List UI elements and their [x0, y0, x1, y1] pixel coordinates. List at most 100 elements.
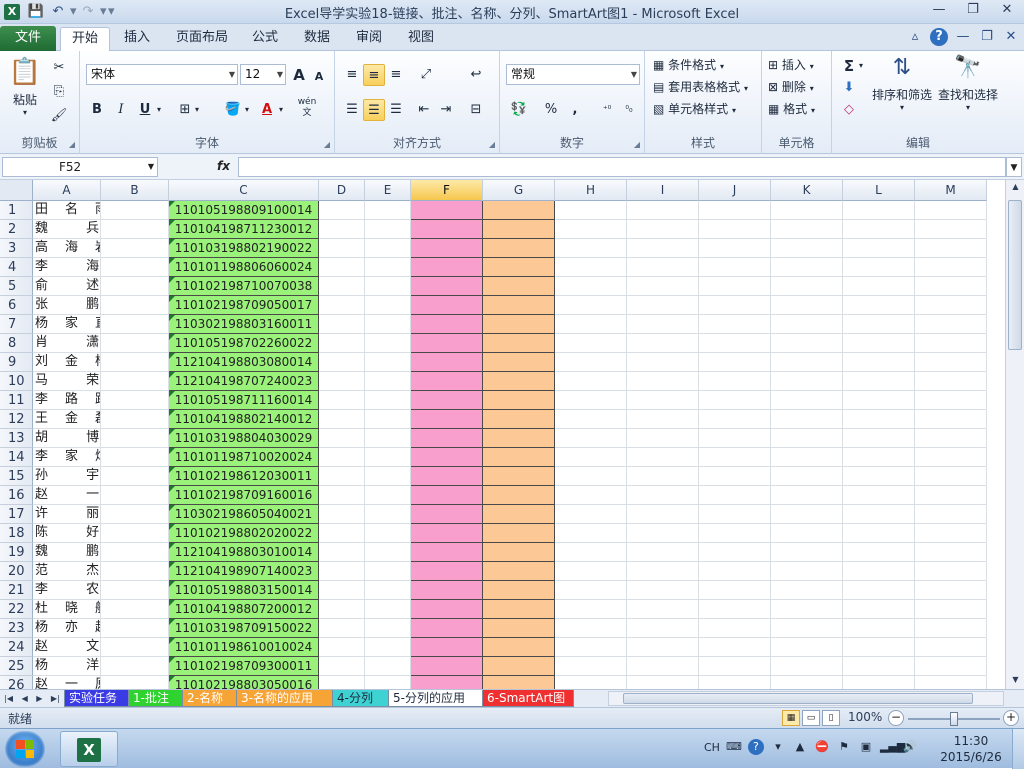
grid-cell[interactable] — [101, 353, 169, 372]
grid-cell[interactable] — [699, 543, 771, 562]
grid-cell[interactable] — [699, 220, 771, 239]
fill-color-dropdown-icon[interactable]: ▾ — [242, 99, 252, 121]
grid-cell[interactable] — [771, 467, 843, 486]
select-all-corner[interactable] — [0, 180, 33, 201]
row-header[interactable]: 17 — [0, 505, 33, 524]
row-header[interactable]: 19 — [0, 543, 33, 562]
volume-icon[interactable]: 🔊 — [902, 739, 918, 755]
row-header[interactable]: 5 — [0, 277, 33, 296]
grid-cell[interactable] — [699, 277, 771, 296]
grid-cell[interactable] — [555, 448, 627, 467]
row-header[interactable]: 25 — [0, 657, 33, 676]
row-header[interactable]: 6 — [0, 296, 33, 315]
grid-cell[interactable] — [411, 524, 483, 543]
name-box[interactable]: F52 ▼ — [2, 157, 158, 177]
grid-cell[interactable] — [365, 524, 411, 543]
grid-cell[interactable] — [319, 334, 365, 353]
sheet-tab[interactable]: 1-批注 — [128, 690, 184, 707]
name-cell[interactable]: 陈 好 — [33, 524, 101, 543]
grid-cell[interactable] — [365, 676, 411, 689]
grid-cell[interactable] — [483, 524, 555, 543]
vertical-scrollbar[interactable]: ▲ ▼ — [1005, 180, 1024, 689]
page-break-view-icon[interactable]: ▯ — [822, 710, 840, 726]
name-cell[interactable]: 俞 述 — [33, 277, 101, 296]
grid-cell[interactable] — [319, 239, 365, 258]
grid-cell[interactable] — [101, 581, 169, 600]
grid-cell[interactable] — [555, 657, 627, 676]
grid-cell[interactable] — [365, 220, 411, 239]
grid-cell[interactable] — [699, 676, 771, 689]
grid-cell[interactable] — [843, 410, 915, 429]
grid-cell[interactable] — [699, 467, 771, 486]
column-header-c[interactable]: C — [169, 180, 319, 201]
tab-page-layout[interactable]: 页面布局 — [170, 27, 234, 51]
grid-cell[interactable] — [411, 448, 483, 467]
orientation-icon[interactable]: ⤢ — [415, 64, 437, 86]
keyboard-icon[interactable]: ⌨ — [726, 739, 742, 755]
column-header-b[interactable]: B — [101, 180, 169, 201]
zoom-out-button[interactable]: − — [888, 710, 904, 726]
clear-icon[interactable]: ◇ — [838, 99, 860, 121]
grid-cell[interactable] — [843, 372, 915, 391]
grid-cell[interactable] — [365, 600, 411, 619]
grid-cell[interactable] — [771, 600, 843, 619]
grid-cell[interactable] — [101, 429, 169, 448]
name-cell[interactable]: 赵 一 — [33, 486, 101, 505]
grid-cell[interactable] — [483, 600, 555, 619]
grid-cell[interactable] — [843, 258, 915, 277]
tray-options-icon[interactable]: ▾ — [770, 739, 786, 755]
grid-cell[interactable] — [843, 201, 915, 220]
grid-cell[interactable] — [555, 524, 627, 543]
grid-cell[interactable] — [101, 277, 169, 296]
id-number-cell[interactable]: 110102198710070038 — [169, 277, 319, 296]
grid-cell[interactable] — [843, 296, 915, 315]
grid-cell[interactable] — [771, 296, 843, 315]
autosum-dropdown-icon[interactable]: ▾ — [856, 55, 866, 77]
sheet-tab[interactable]: 3-名称的应用 — [236, 690, 334, 707]
grid-cell[interactable] — [915, 619, 987, 638]
grid-cell[interactable] — [101, 562, 169, 581]
grid-cell[interactable] — [411, 619, 483, 638]
grid-cell[interactable] — [365, 467, 411, 486]
id-number-cell[interactable]: 110101198710020024 — [169, 448, 319, 467]
clock[interactable]: 11:30 2015/6/26 — [936, 733, 1006, 765]
first-sheet-icon[interactable]: |◀ — [4, 690, 13, 708]
grid-cell[interactable] — [699, 258, 771, 277]
grid-cell[interactable] — [843, 353, 915, 372]
grid-cell[interactable] — [101, 657, 169, 676]
name-cell[interactable]: 张 鹏 — [33, 296, 101, 315]
grid-cell[interactable] — [771, 258, 843, 277]
minimize-ribbon-icon[interactable]: ▵ — [906, 28, 924, 46]
grow-font-button[interactable]: A — [288, 64, 310, 86]
tab-insert[interactable]: 插入 — [114, 27, 160, 51]
grid-cell[interactable] — [411, 505, 483, 524]
id-number-cell[interactable]: 110102198709300011 — [169, 657, 319, 676]
grid-cell[interactable] — [483, 239, 555, 258]
row-header[interactable]: 22 — [0, 600, 33, 619]
grid-cell[interactable] — [483, 315, 555, 334]
row-header[interactable]: 20 — [0, 562, 33, 581]
grid-cell[interactable] — [555, 296, 627, 315]
grid-cell[interactable] — [483, 676, 555, 689]
grid-cell[interactable] — [627, 239, 699, 258]
tab-file[interactable]: 文件 — [0, 26, 56, 51]
grid-cell[interactable] — [627, 391, 699, 410]
grid-cell[interactable] — [843, 581, 915, 600]
id-number-cell[interactable]: 110102198802020022 — [169, 524, 319, 543]
zoom-slider-knob[interactable] — [950, 712, 958, 726]
grid-cell[interactable] — [555, 372, 627, 391]
input-language[interactable]: CH — [704, 741, 720, 754]
fill-color-icon[interactable]: 🪣 — [222, 99, 244, 121]
name-cell[interactable]: 魏 兵 — [33, 220, 101, 239]
vertical-scroll-thumb[interactable] — [1008, 200, 1022, 350]
name-cell[interactable]: 孙 宇 — [33, 467, 101, 486]
grid-cell[interactable] — [699, 372, 771, 391]
grid-cell[interactable] — [627, 334, 699, 353]
currency-icon[interactable]: 💱 — [508, 99, 530, 121]
grid-cell[interactable] — [843, 315, 915, 334]
grid-cell[interactable] — [555, 429, 627, 448]
name-cell[interactable]: 许 丽 — [33, 505, 101, 524]
grid-cell[interactable] — [483, 467, 555, 486]
grid-cell[interactable] — [627, 562, 699, 581]
tab-review[interactable]: 审阅 — [348, 27, 390, 51]
